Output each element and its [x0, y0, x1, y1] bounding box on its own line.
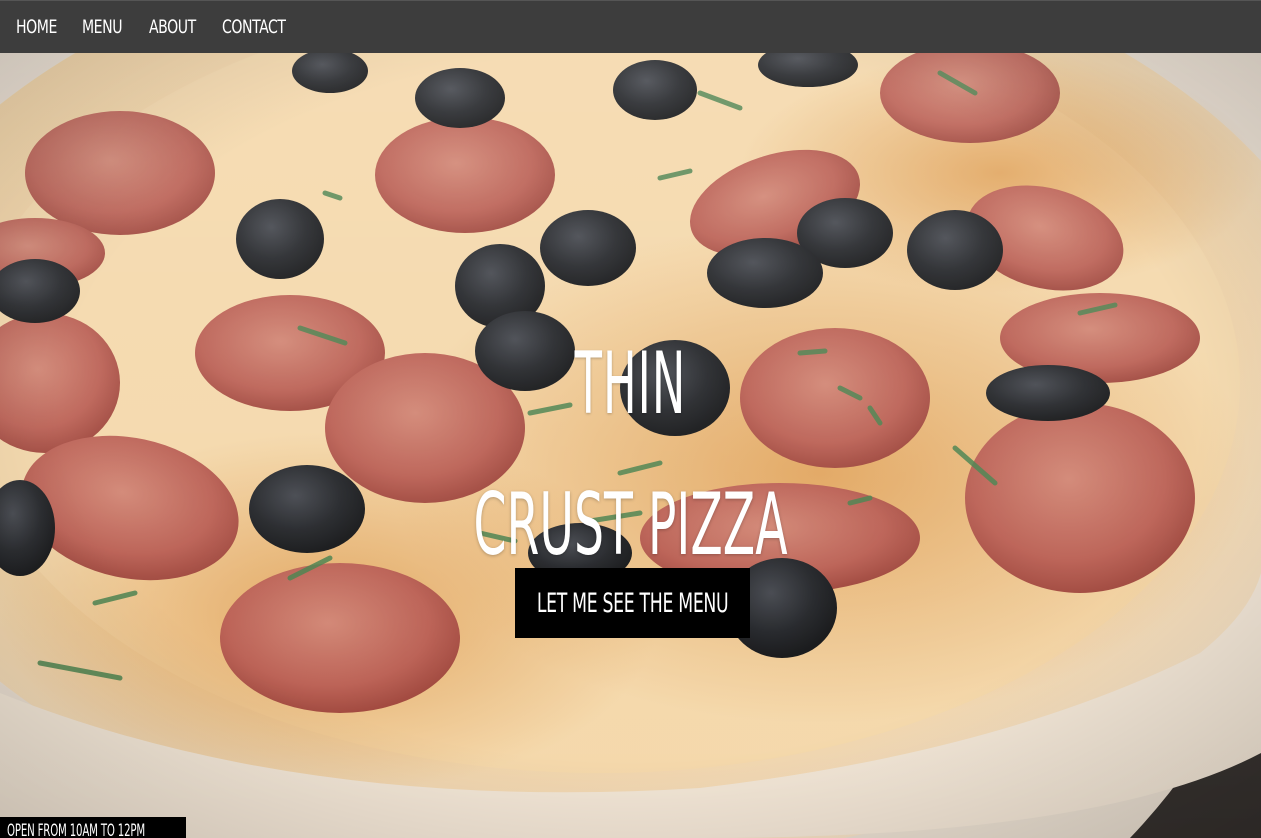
nav-link-contact[interactable]: Contact	[222, 16, 286, 38]
nav-link-about[interactable]: About	[149, 16, 196, 38]
hero-title-line-1: Thin	[574, 333, 687, 434]
hero-title-line-2: Crust Pizza	[473, 474, 788, 575]
opening-hours-badge: Open from 10am to 12pm	[0, 817, 186, 838]
see-menu-button-label: Let me see the menu	[536, 587, 729, 619]
hero-background-image	[0, 53, 1261, 838]
opening-hours-text: Open from 10am to 12pm	[7, 821, 145, 838]
nav-link-home[interactable]: Home	[16, 16, 57, 38]
hero-section: Thin Crust Pizza Let me see the menu	[0, 53, 1261, 838]
top-nav-bar: Home Menu About Contact	[0, 0, 1261, 53]
see-menu-button[interactable]: Let me see the menu	[515, 568, 750, 638]
nav-link-menu[interactable]: Menu	[82, 16, 122, 38]
